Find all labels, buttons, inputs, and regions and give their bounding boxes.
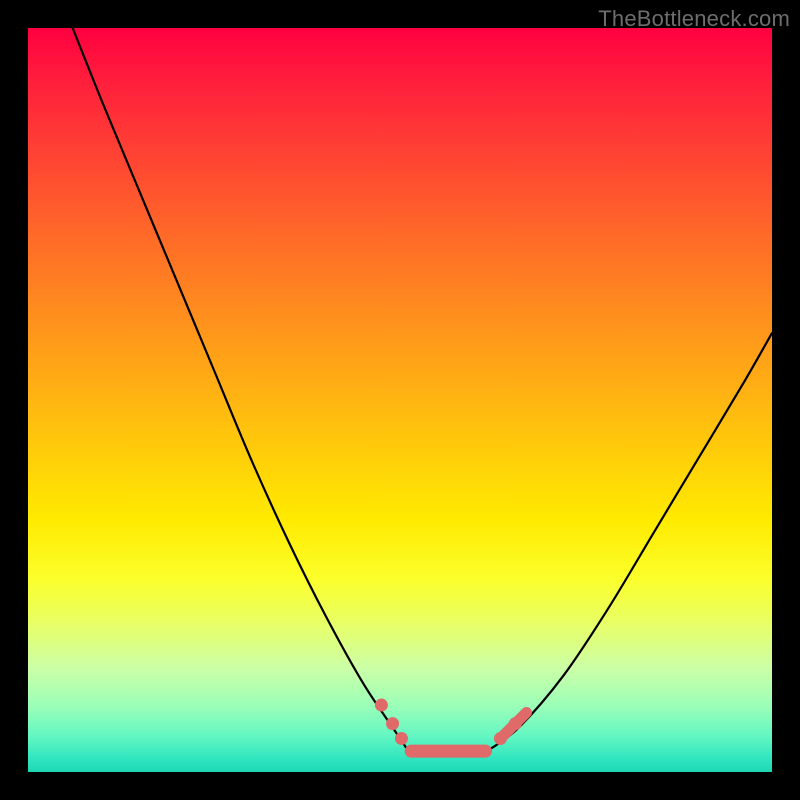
plot-area — [28, 28, 772, 772]
bottleneck-curve-svg — [28, 28, 772, 772]
marker-dot — [509, 717, 522, 730]
outer-frame: TheBottleneck.com — [0, 0, 800, 800]
marker-dots — [375, 699, 522, 745]
marker-dot — [395, 732, 408, 745]
curve-right-branch — [489, 333, 772, 750]
marker-dot — [494, 732, 507, 745]
marker-dot — [375, 699, 388, 712]
marker-dot — [386, 717, 399, 730]
curve-left-branch — [73, 28, 408, 750]
